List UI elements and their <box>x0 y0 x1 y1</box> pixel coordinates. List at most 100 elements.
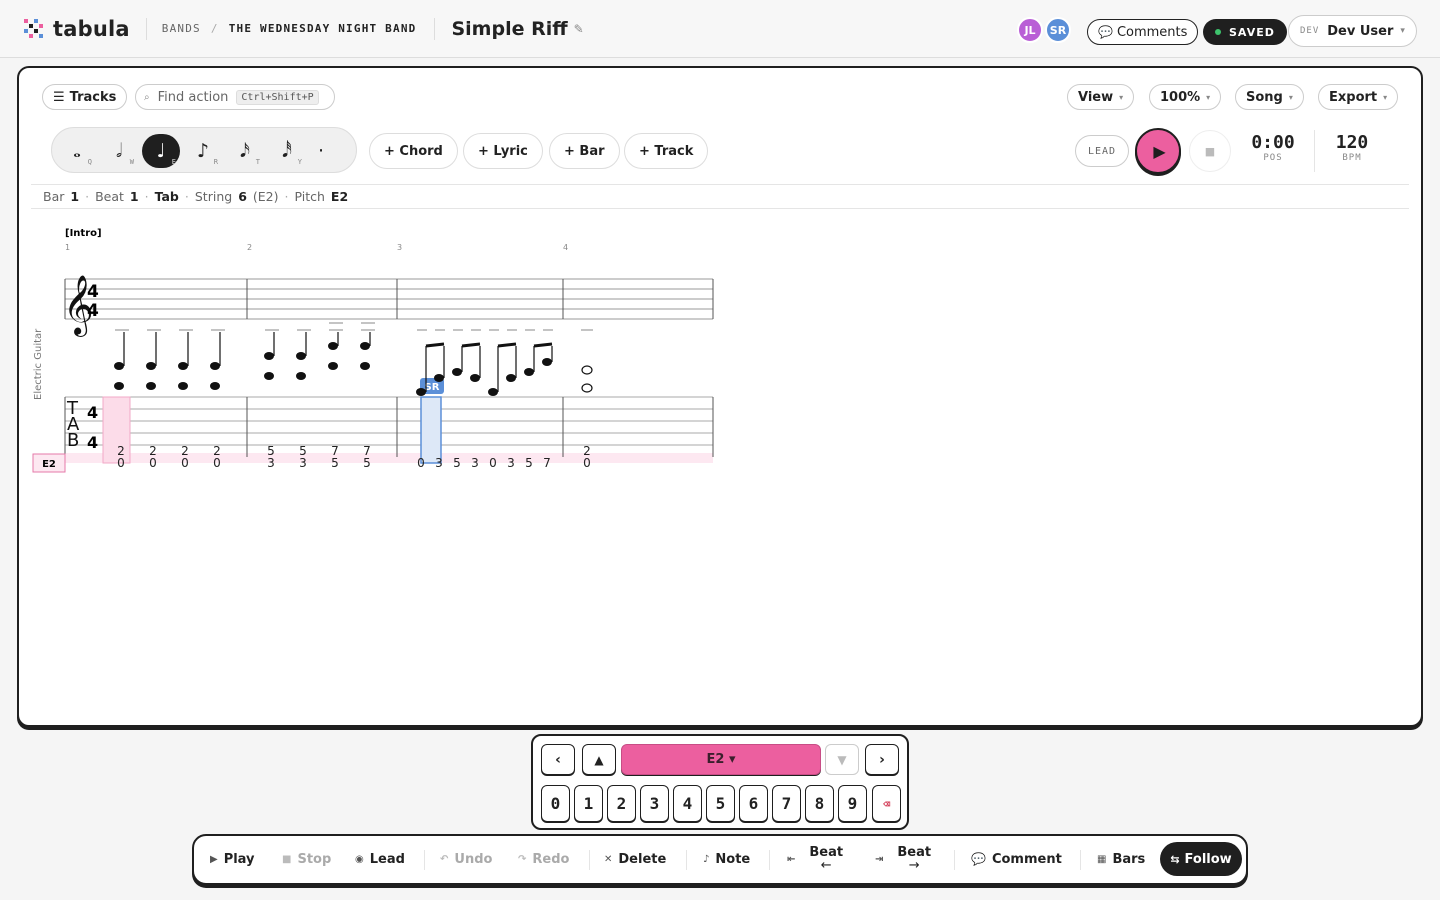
tab-fret-number: 3 <box>267 456 275 470</box>
view-menu-button[interactable]: View ▾ <box>1067 84 1135 110</box>
whole-note-button[interactable]: 𝅝 Q <box>58 134 96 168</box>
comment-button[interactable]: 💬 Comment <box>971 836 1062 882</box>
tab-fret-number: 0 <box>149 456 157 470</box>
previous-beat-action-button[interactable]: ⇤ Beat ← <box>787 836 843 882</box>
find-action-input[interactable]: ⌕ Find action Ctrl+Shift+P <box>135 84 335 110</box>
avatar-sr[interactable]: SR <box>1045 17 1071 43</box>
string-up-button[interactable]: ▲ <box>582 744 616 775</box>
sixteenth-note-button[interactable]: 𝅘𝅥𝅯 T <box>226 134 264 168</box>
fret-digit-6-button[interactable]: 6 <box>739 785 768 822</box>
bar-number: 1 <box>65 243 70 252</box>
tab-fret-number: 7 <box>543 456 551 470</box>
tracks-button[interactable]: ☰ Tracks <box>42 84 128 110</box>
collaborator-tag-label: SR <box>425 382 440 393</box>
fret-digit-0-button[interactable]: 0 <box>541 785 570 822</box>
fret-digit-4-button[interactable]: 4 <box>673 785 702 822</box>
saved-label: SAVED <box>1229 25 1275 39</box>
play-button[interactable]: ▶ <box>1135 128 1181 174</box>
zoom-label: 100% <box>1160 89 1201 105</box>
divider <box>589 850 590 870</box>
whole-note-icon: 𝅝 <box>73 140 81 162</box>
tab-fret-number: 0 <box>181 456 189 470</box>
dot-button[interactable]: · <box>302 134 340 168</box>
half-note-button[interactable]: 𝅗𝅥 W <box>100 134 138 168</box>
score-view[interactable]: [Intro] Electric Guitar 1 2 3 4𝄞44 SRTAB44E… <box>29 218 729 478</box>
status-separator: · <box>184 189 189 204</box>
undo-icon: ↶ <box>440 853 449 865</box>
fret-digit-9-button[interactable]: 9 <box>838 785 867 822</box>
thirty-second-note-button[interactable]: 𝅘𝅥𝅰 Y <box>268 134 306 168</box>
beat-label: Beat <box>95 189 124 204</box>
string-select[interactable]: E2 ▾ <box>621 744 821 775</box>
arrow-left-icon: ← <box>820 858 832 873</box>
breadcrumb-band[interactable]: THE WEDNESDAY NIGHT BAND <box>229 22 417 35</box>
current-string-label: E2 <box>42 459 56 470</box>
undo-button[interactable]: ↶ Undo <box>440 836 492 882</box>
tab-fret-number: 3 <box>435 456 443 470</box>
delete-fret-button[interactable]: ⌫ <box>872 785 901 822</box>
quarter-note-icon: ♩ <box>156 140 166 162</box>
add-bar-button[interactable]: + Bar <box>549 133 620 169</box>
fret-digit-7-button[interactable]: 7 <box>772 785 801 822</box>
redo-button[interactable]: ↷ Redo <box>518 836 569 882</box>
lead-button[interactable]: LEAD <box>1075 135 1129 167</box>
add-track-button[interactable]: + Track <box>624 133 709 169</box>
play-icon: ▶ <box>1153 141 1166 161</box>
arrow-up-icon: ▲ <box>594 752 604 767</box>
comment-icon: 💬 <box>971 852 986 866</box>
stop-button[interactable]: ■ <box>1189 130 1231 172</box>
divider <box>769 850 770 870</box>
add-chord-button[interactable]: + Chord <box>369 133 458 169</box>
next-beat-button[interactable]: › <box>865 744 899 775</box>
fret-digit-1-button[interactable]: 1 <box>574 785 603 822</box>
song-title[interactable]: Simple Riff <box>451 18 567 40</box>
stop-action-button[interactable]: ■ Stop <box>282 836 331 882</box>
add-lyric-button[interactable]: + Lyric <box>463 133 543 169</box>
string-down-button[interactable]: ▼ <box>825 744 859 775</box>
fret-digit-3-button[interactable]: 3 <box>640 785 669 822</box>
quarter-note-button[interactable]: ♩ E <box>142 134 180 168</box>
comments-button[interactable]: 💬 Comments <box>1087 19 1199 45</box>
note-beam <box>461 342 481 348</box>
fret-digit-8-button[interactable]: 8 <box>805 785 834 822</box>
position-label: POS <box>1263 153 1283 163</box>
note-head <box>488 388 498 396</box>
note-button[interactable]: ♪ Note <box>703 836 750 882</box>
chevron-down-icon: ▾ <box>1383 92 1388 102</box>
collaborator-cursor <box>420 396 442 464</box>
bar-number: 2 <box>247 243 252 252</box>
tab-fret-number: 0 <box>213 456 221 470</box>
find-action-placeholder: Find action <box>157 89 229 105</box>
fret-digit-2-button[interactable]: 2 <box>607 785 636 822</box>
previous-beat-button[interactable]: ‹ <box>541 744 575 775</box>
note-beam <box>533 342 553 348</box>
bars-button[interactable]: ▦ Bars <box>1097 836 1145 882</box>
next-beat-action-button[interactable]: ⇥ Beat → <box>875 836 931 882</box>
jump-end-icon: ⇥ <box>875 853 884 865</box>
tempo-readout[interactable]: 120 BPM <box>1329 132 1375 163</box>
chevron-right-icon: › <box>879 751 885 768</box>
mode-menu-button[interactable]: Song ▾ <box>1235 84 1304 110</box>
note-head <box>146 362 156 370</box>
breadcrumb-bands[interactable]: BANDS <box>162 22 201 35</box>
play-action-button[interactable]: ▶ Play <box>210 836 255 882</box>
eighth-note-button[interactable]: ♪ R <box>184 134 222 168</box>
shortcut-key: T <box>255 158 260 166</box>
zoom-menu-button[interactable]: 100% ▾ <box>1149 84 1222 110</box>
redo-icon: ↷ <box>518 853 527 865</box>
comment-label: Comment <box>991 851 1062 867</box>
arrow-right-icon: → <box>908 858 920 873</box>
edit-title-icon[interactable]: ✎ <box>574 22 584 36</box>
export-menu-button[interactable]: Export ▾ <box>1318 84 1399 110</box>
lead-action-button[interactable]: ◉ Lead <box>355 836 405 882</box>
mode-label: Song <box>1246 89 1283 105</box>
note-head <box>328 342 338 350</box>
app-logo[interactable]: tabula <box>24 17 130 41</box>
fret-digit-5-button[interactable]: 5 <box>706 785 735 822</box>
note-head <box>506 374 516 382</box>
delete-button[interactable]: ✕ Delete <box>604 836 666 882</box>
avatar-jl[interactable]: JL <box>1017 17 1043 43</box>
follow-toggle[interactable]: ⇆ Follow <box>1160 842 1242 876</box>
user-menu-button[interactable]: DEV Dev User ▾ <box>1288 15 1417 47</box>
chevron-down-icon: ▾ <box>1400 26 1405 36</box>
